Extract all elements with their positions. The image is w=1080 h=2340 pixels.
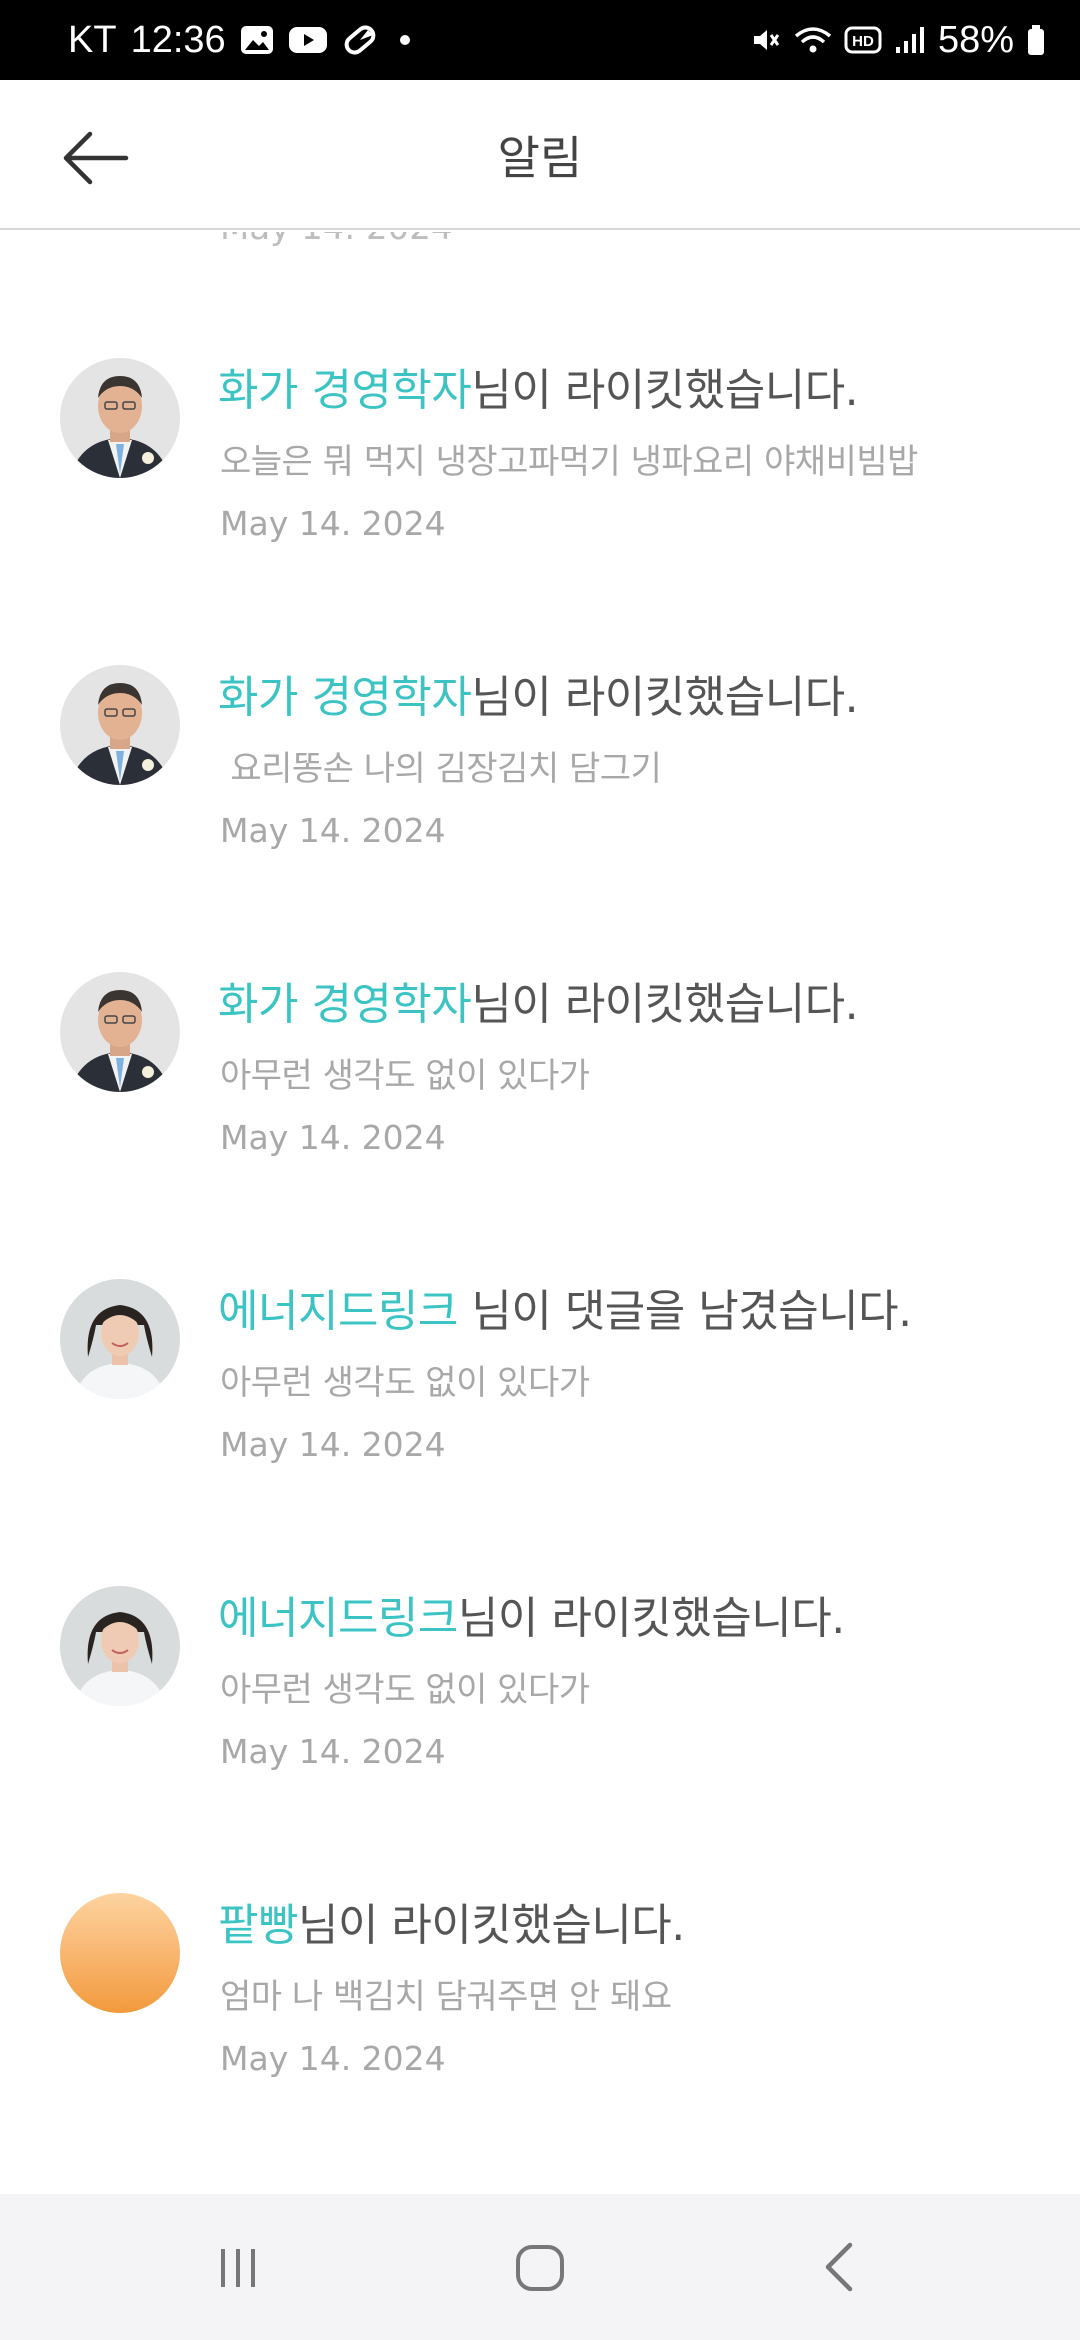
clock: 12:36 [130, 18, 226, 61]
hd-icon: HD [844, 25, 882, 55]
avatar[interactable] [60, 665, 180, 785]
nav-back-button[interactable] [782, 2222, 902, 2312]
system-nav-bar [0, 2194, 1080, 2340]
notification-headline: 화가 경영학자님이 라이킷했습니다. [218, 968, 859, 1032]
notification-list[interactable]: May 14. 2024 화가 경영학자님이 라이킷했습니다. 오늘은 뭐 먹지… [0, 232, 1080, 2192]
user-name-link[interactable]: 에너지드링크 [218, 1593, 458, 1644]
notification-item[interactable]: 화가 경영학자님이 라이킷했습니다. 아무런 생각도 없이 있다가 May 14… [0, 846, 1080, 1157]
pill-icon [342, 23, 378, 57]
carrier-label: KT [68, 18, 117, 61]
recent-apps-button[interactable] [178, 2222, 298, 2312]
notification-action: 님이 댓글을 남겼습니다. [457, 1286, 912, 1337]
notification-headline: 에너지드링크 님이 댓글을 남겼습니다. [218, 1275, 912, 1339]
user-name-link[interactable]: 에너지드링크 [218, 1286, 458, 1337]
notification-date: May 14. 2024 [220, 504, 446, 543]
app-bar: 알림 [0, 80, 1080, 230]
notification-item[interactable]: 에너지드링크 님이 댓글을 남겼습니다. 아무런 생각도 없이 있다가 May … [0, 1153, 1080, 1464]
post-title[interactable]: 엄마 나 백김치 담궈주면 안 돼요 [220, 1969, 672, 2018]
status-bar: KT 12:36 HD 58% [0, 0, 1080, 80]
svg-text:HD: HD [852, 33, 874, 50]
avatar[interactable] [60, 1586, 180, 1706]
mute-icon [750, 24, 782, 56]
notification-date: May 14. 2024 [220, 811, 446, 850]
user-name-link[interactable]: 팥빵 [218, 1900, 298, 1951]
user-name-link[interactable]: 화가 경영학자 [218, 979, 472, 1030]
post-title[interactable]: 아무런 생각도 없이 있다가 [220, 1048, 590, 1097]
notification-headline: 화가 경영학자님이 라이킷했습니다. [218, 354, 859, 418]
notification-date: May 14. 2024 [220, 1732, 446, 1771]
notification-date: May 14. 2024 [220, 1425, 446, 1464]
notification-item[interactable]: 화가 경영학자님이 라이킷했습니다. 오늘은 뭐 먹지 냉장고파먹기 냉파요리 … [0, 232, 1080, 543]
notification-dot-icon [399, 35, 410, 45]
avatar[interactable] [60, 972, 180, 1092]
notification-date: May 14. 2024 [220, 2039, 446, 2078]
post-title[interactable]: 요리똥손 나의 김장김치 담그기 [220, 741, 662, 790]
notification-headline: 화가 경영학자님이 라이킷했습니다. [218, 661, 859, 725]
avatar[interactable] [60, 1279, 180, 1399]
recent-apps-icon [221, 2249, 255, 2287]
chevron-left-icon [825, 2242, 853, 2292]
home-icon [516, 2245, 564, 2291]
notification-action: 님이 라이킷했습니다. [471, 365, 859, 416]
youtube-icon [288, 25, 328, 55]
avatar[interactable] [60, 1893, 180, 2013]
post-title[interactable]: 아무런 생각도 없이 있다가 [220, 1355, 590, 1404]
notification-date: May 14. 2024 [220, 1118, 446, 1157]
notification-item[interactable]: 에너지드링크님이 라이킷했습니다. 아무런 생각도 없이 있다가 May 14.… [0, 1460, 1080, 1771]
user-name-link[interactable]: 화가 경영학자 [218, 672, 472, 723]
notification-action: 님이 라이킷했습니다. [457, 1593, 845, 1644]
notification-action: 님이 라이킷했습니다. [297, 1900, 685, 1951]
page-title: 알림 [497, 131, 583, 185]
notification-headline: 팥빵님이 라이킷했습니다. [218, 1889, 685, 1953]
notification-headline: 에너지드링크님이 라이킷했습니다. [218, 1582, 845, 1646]
wifi-icon [794, 24, 832, 56]
signal-icon [894, 25, 926, 55]
battery-icon [1026, 24, 1046, 56]
user-name-link[interactable]: 화가 경영학자 [218, 365, 472, 416]
notification-item[interactable]: 팥빵님이 라이킷했습니다. 엄마 나 백김치 담궈주면 안 돼요 May 14.… [0, 1767, 1080, 2078]
home-button[interactable] [480, 2222, 600, 2312]
gallery-icon [240, 25, 274, 55]
post-title[interactable]: 아무런 생각도 없이 있다가 [220, 1662, 590, 1711]
post-title[interactable]: 오늘은 뭐 먹지 냉장고파먹기 냉파요리 야채비빔밥 [220, 434, 918, 483]
notification-action: 님이 라이킷했습니다. [471, 979, 859, 1030]
notification-action: 님이 라이킷했습니다. [471, 672, 859, 723]
avatar[interactable] [60, 358, 180, 478]
notification-item[interactable]: 화가 경영학자님이 라이킷했습니다. 요리똥손 나의 김장김치 담그기 May … [0, 539, 1080, 850]
battery-percent: 58% [937, 18, 1014, 61]
